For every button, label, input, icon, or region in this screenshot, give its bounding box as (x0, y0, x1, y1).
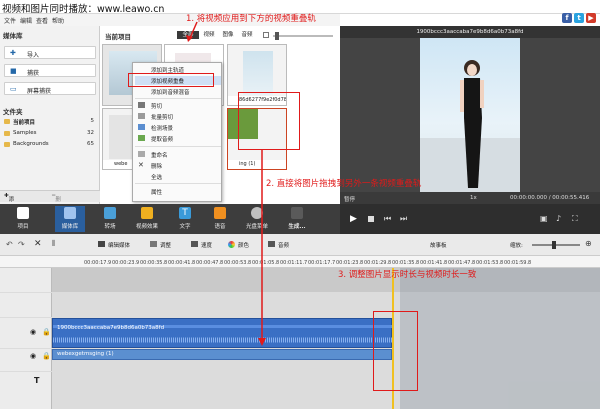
annotation-step-2: 2. 直接将图片拖拽到另外一条视频重叠轨 (266, 179, 422, 189)
annotation-step-1: 1. 将视频应用到下方的视频重叠轨 (186, 14, 316, 24)
annotation-step-3: 3. 调整图片显示时长与视频时长一致 (338, 270, 477, 280)
annotation-arrows (186, 21, 266, 346)
